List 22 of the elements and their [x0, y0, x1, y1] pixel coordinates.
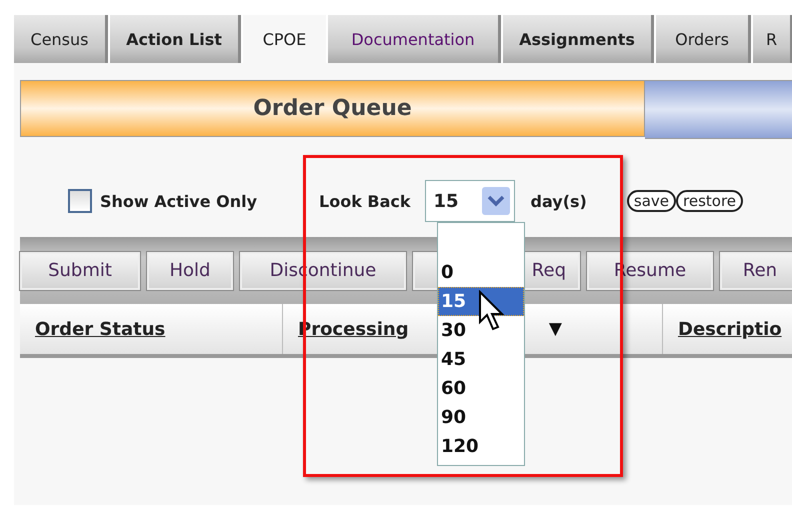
link-button[interactable]: save: [626, 190, 676, 212]
tab[interactable]: Documentation: [328, 15, 501, 63]
look-back-select[interactable]: 15: [424, 180, 515, 222]
tab[interactable]: Census: [14, 15, 108, 63]
checkbox[interactable]: [68, 189, 92, 213]
tab[interactable]: Orders: [656, 15, 751, 63]
unit-label: day(s): [530, 192, 587, 210]
tab[interactable]: Assignments: [503, 15, 654, 63]
column-header[interactable]: Descriptio: [678, 318, 782, 340]
mouse-pointer-icon: [478, 290, 506, 332]
sort-indicator[interactable]: ▼: [548, 319, 562, 339]
toolbar-button[interactable]: Submit: [20, 252, 140, 290]
tab[interactable]: Action List: [110, 15, 241, 63]
tab[interactable]: CPOE: [243, 15, 326, 63]
checkbox-label: Show Active Only: [100, 192, 258, 210]
link-button[interactable]: restore: [676, 190, 744, 212]
toolbar-button[interactable]: Ren: [720, 252, 792, 290]
column-header[interactable]: Order Status: [35, 318, 166, 340]
field-label: Look Back: [319, 192, 411, 210]
panel-title: Order Queue: [20, 80, 645, 137]
toolbar-button[interactable]: Hold: [147, 252, 233, 290]
tab[interactable]: R: [753, 15, 792, 63]
